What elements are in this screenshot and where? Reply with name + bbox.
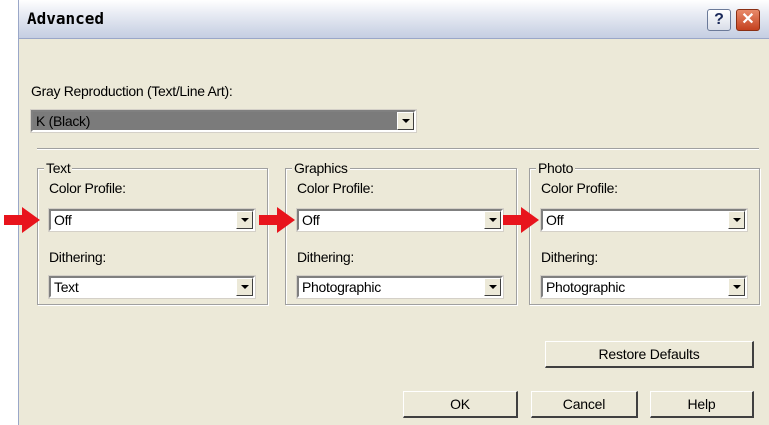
dropdown-arrow-icon[interactable] (397, 112, 414, 130)
gray-reproduction-value: K (Black) (34, 113, 93, 129)
text-color-profile-label: Color Profile: (49, 180, 126, 196)
photo-color-profile-select[interactable]: Off (540, 208, 748, 232)
gray-reproduction-label: Gray Reproduction (Text/Line Art): (31, 83, 233, 99)
gray-reproduction-select[interactable]: K (Black) (30, 109, 417, 133)
title-bar[interactable]: Advanced ? ✕ (19, 0, 769, 39)
photo-dithering-select[interactable]: Photographic (540, 275, 748, 299)
graphics-dithering-value: Photographic (302, 279, 381, 295)
photo-group-title: Photo (536, 160, 576, 176)
text-color-profile-select[interactable]: Off (48, 208, 256, 232)
graphics-color-profile-label: Color Profile: (297, 180, 374, 196)
graphics-dithering-select[interactable]: Photographic (296, 275, 504, 299)
dropdown-arrow-icon[interactable] (236, 211, 253, 229)
dropdown-arrow-icon[interactable] (484, 211, 501, 229)
close-button[interactable]: ✕ (736, 9, 760, 31)
annotation-arrow-icon (503, 207, 539, 233)
restore-defaults-button[interactable]: Restore Defaults (545, 341, 754, 368)
ok-button[interactable]: OK (403, 391, 518, 418)
help-title-button[interactable]: ? (707, 9, 731, 31)
text-group-title: Text (44, 160, 73, 176)
dropdown-arrow-icon[interactable] (236, 278, 253, 296)
annotation-arrow-icon (4, 207, 40, 233)
annotation-arrow-icon (259, 207, 295, 233)
graphics-color-profile-select[interactable]: Off (296, 208, 504, 232)
dropdown-arrow-icon[interactable] (484, 278, 501, 296)
graphics-group-title: Graphics (292, 160, 350, 176)
dropdown-arrow-icon[interactable] (728, 278, 745, 296)
text-dithering-select[interactable]: Text (48, 275, 256, 299)
text-dithering-value: Text (54, 279, 79, 295)
photo-color-profile-value: Off (546, 212, 564, 228)
section-divider (37, 148, 759, 150)
cancel-button[interactable]: Cancel (531, 391, 638, 418)
photo-color-profile-label: Color Profile: (541, 180, 618, 196)
text-color-profile-value: Off (54, 212, 72, 228)
window-title: Advanced (27, 9, 105, 28)
graphics-dithering-label: Dithering: (297, 249, 354, 265)
photo-dithering-value: Photographic (546, 279, 625, 295)
help-button[interactable]: Help (650, 391, 754, 418)
dropdown-arrow-icon[interactable] (728, 211, 745, 229)
text-dithering-label: Dithering: (49, 249, 106, 265)
advanced-dialog: Advanced ? ✕ Gray Reproduction (Text/Lin… (18, 0, 769, 425)
photo-dithering-label: Dithering: (541, 249, 598, 265)
graphics-color-profile-value: Off (302, 212, 320, 228)
